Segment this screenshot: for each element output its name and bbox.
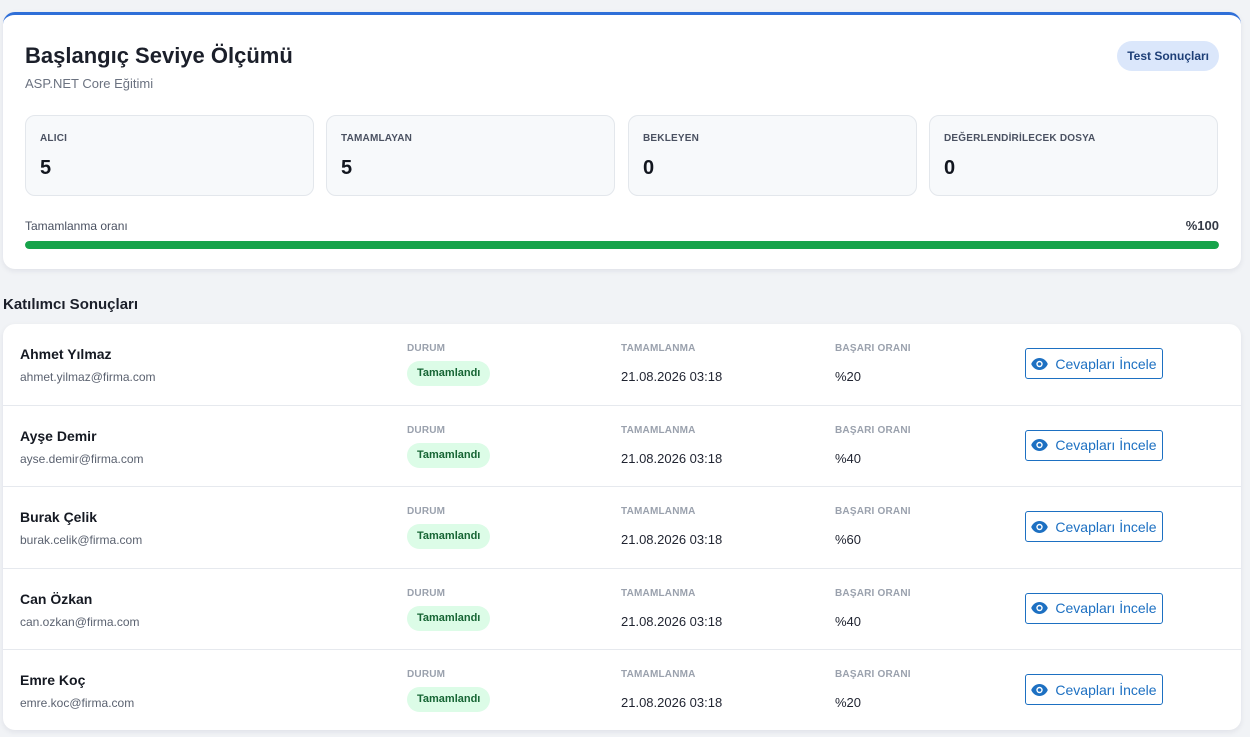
section-title: Katılımcı Sonuçları	[3, 296, 139, 313]
review-answers-button[interactable]: Cevapları İncele	[1025, 511, 1163, 543]
success-rate: %20	[835, 695, 862, 711]
eye-icon	[1031, 602, 1049, 615]
stat-files-to-evaluate: DEĞERLENDİRİLECEK DOSYA 0	[929, 115, 1218, 196]
status-column-label: DURUM	[407, 424, 446, 436]
completion-date: 21.08.2026 03:18	[621, 532, 723, 548]
eye-icon	[1031, 683, 1049, 696]
result-row: Emre Koç emre.koc@firma.com DURUM Tamaml…	[3, 650, 1241, 730]
stat-recipients: ALICI 5	[25, 115, 314, 196]
progress-bar	[25, 241, 1219, 249]
success-rate-column-label: BAŞARI ORANI	[835, 669, 911, 681]
review-answers-button[interactable]: Cevapları İncele	[1025, 348, 1163, 379]
success-rate-column-label: BAŞARI ORANI	[835, 343, 911, 354]
status-column-label: DURUM	[407, 669, 446, 681]
review-answers-button[interactable]: Cevapları İncele	[1025, 592, 1163, 624]
participant-email: burak.celik@firma.com	[20, 533, 143, 548]
completion-column-label: TAMAMLANMA	[621, 343, 696, 354]
completion-column-label: TAMAMLANMA	[621, 506, 696, 518]
page-subtitle: ASP.NET Core Eğitimi	[25, 76, 154, 91]
participant-name: Can Özkan	[20, 590, 93, 607]
status-badge: Tamamlandı	[407, 361, 491, 386]
success-rate-column-label: BAŞARI ORANI	[835, 506, 911, 518]
status-badge: Tamamlandı	[407, 605, 491, 631]
status-badge: Tamamlandı	[407, 442, 491, 468]
status-badge: Tamamlandı	[407, 524, 491, 550]
stat-label: DEĞERLENDİRİLECEK DOSYA	[944, 133, 1096, 144]
review-button-label: Cevapları İncele	[1055, 355, 1157, 372]
result-row: Ahmet Yılmaz ahmet.yilmaz@firma.com DURU…	[3, 324, 1241, 406]
completion-column-label: TAMAMLANMA	[621, 587, 696, 599]
success-rate-column-label: BAŞARI ORANI	[835, 587, 911, 599]
progress-value: %100	[1185, 218, 1219, 233]
stat-pending: BEKLEYEN 0	[628, 115, 917, 196]
stat-value: 5	[341, 157, 353, 179]
participant-email: emre.koc@firma.com	[20, 696, 135, 711]
participant-name: Emre Koç	[20, 672, 86, 689]
stat-label: ALICI	[40, 133, 68, 144]
test-results-badge[interactable]: Test Sonuçları	[1117, 41, 1219, 71]
stat-completed: TAMAMLAYAN 5	[326, 115, 615, 196]
eye-icon	[1031, 357, 1049, 370]
results-list: Ahmet Yılmaz ahmet.yilmaz@firma.com DURU…	[3, 324, 1241, 730]
review-button-label: Cevapları İncele	[1055, 681, 1157, 698]
stat-value: 0	[944, 157, 956, 179]
status-badge: Tamamlandı	[407, 687, 491, 713]
progress-label: Tamamlanma oranı	[25, 219, 128, 233]
success-rate: %20	[835, 369, 862, 384]
participant-name: Ahmet Yılmaz	[20, 346, 112, 362]
page-title: Başlangıç Seviye Ölçümü	[25, 43, 293, 68]
participant-name: Burak Çelik	[20, 509, 98, 526]
stat-value: 5	[40, 157, 52, 179]
participant-email: can.ozkan@firma.com	[20, 614, 140, 629]
participant-email: ahmet.yilmaz@firma.com	[20, 370, 156, 384]
result-row: Ayşe Demir ayse.demir@firma.com DURUM Ta…	[3, 406, 1241, 488]
success-rate: %60	[835, 532, 862, 548]
completion-column-label: TAMAMLANMA	[621, 424, 696, 436]
stat-label: TAMAMLAYAN	[341, 133, 413, 144]
eye-icon	[1031, 439, 1049, 452]
success-rate: %40	[835, 450, 862, 466]
review-answers-button[interactable]: Cevapları İncele	[1025, 674, 1163, 706]
review-button-label: Cevapları İncele	[1055, 600, 1157, 617]
result-row: Burak Çelik burak.celik@firma.com DURUM …	[3, 487, 1241, 569]
participant-name: Ayşe Demir	[20, 427, 97, 444]
participant-email: ayse.demir@firma.com	[20, 451, 144, 466]
completion-column-label: TAMAMLANMA	[621, 669, 696, 681]
completion-date: 21.08.2026 03:18	[621, 613, 723, 629]
review-button-label: Cevapları İncele	[1055, 518, 1157, 535]
status-column-label: DURUM	[407, 343, 446, 354]
progress-fill	[25, 241, 1219, 249]
eye-icon	[1031, 520, 1049, 533]
review-button-label: Cevapları İncele	[1055, 437, 1157, 454]
completion-date: 21.08.2026 03:18	[621, 369, 723, 384]
result-row: Can Özkan can.ozkan@firma.com DURUM Tama…	[3, 569, 1241, 651]
summary-card: Başlangıç Seviye Ölçümü ASP.NET Core Eği…	[3, 12, 1241, 269]
completion-date: 21.08.2026 03:18	[621, 695, 723, 711]
success-rate-column-label: BAŞARI ORANI	[835, 424, 911, 436]
stat-label: BEKLEYEN	[643, 133, 700, 144]
completion-date: 21.08.2026 03:18	[621, 450, 723, 466]
stat-value: 0	[643, 157, 655, 179]
success-rate: %40	[835, 613, 862, 629]
status-column-label: DURUM	[407, 506, 446, 518]
status-column-label: DURUM	[407, 587, 446, 599]
review-answers-button[interactable]: Cevapları İncele	[1025, 429, 1163, 461]
